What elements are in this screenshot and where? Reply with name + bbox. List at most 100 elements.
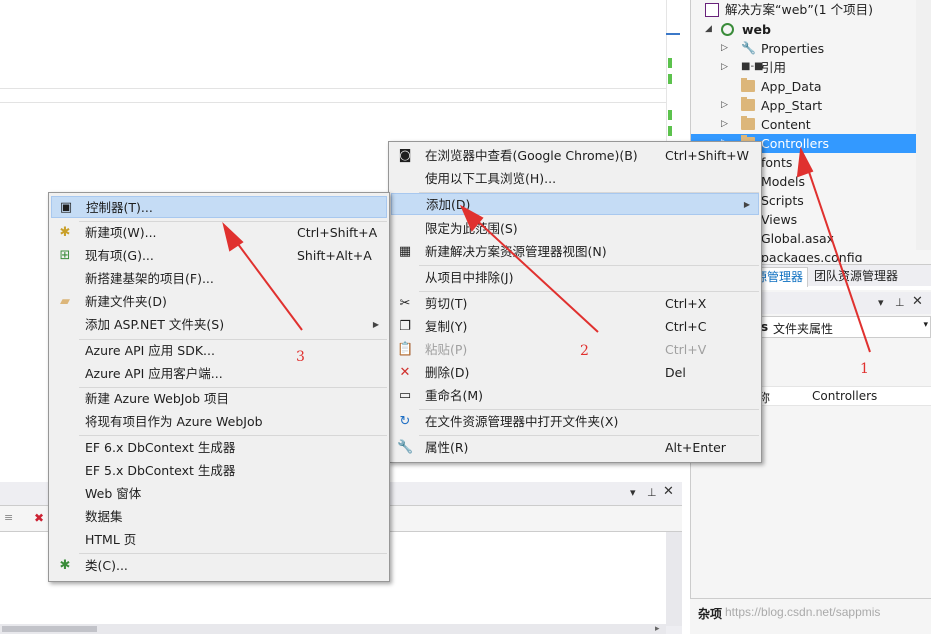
menu-item-label: 新建文件夹(D) bbox=[85, 294, 167, 309]
tree-item-references[interactable]: ▷ ■-■ 引用 bbox=[691, 58, 931, 77]
menu-item-new-item[interactable]: ✱ 新建项(W)... Ctrl+Shift+A bbox=[51, 222, 387, 244]
close-icon[interactable]: ✕ bbox=[663, 484, 674, 499]
menu-item-label: 重命名(M) bbox=[425, 388, 484, 403]
menu-separator bbox=[79, 553, 387, 554]
menu-item-add[interactable]: 添加(D) ▶ bbox=[391, 193, 759, 215]
watermark-text: https://blog.csdn.net/sappmis bbox=[725, 605, 881, 619]
menu-item-delete[interactable]: ✕ 删除(D) Del bbox=[391, 362, 759, 384]
menu-item-add-aspnet-folder[interactable]: 添加 ASP.NET 文件夹(S) ▶ bbox=[51, 314, 387, 336]
menu-item-html-page[interactable]: HTML 页 bbox=[51, 529, 387, 551]
scrollbar-thumb[interactable] bbox=[2, 626, 97, 632]
menu-item-azure-api-sdk[interactable]: Azure API 应用 SDK... bbox=[51, 340, 387, 362]
menu-item-label: 使用以下工具浏览(H)... bbox=[425, 171, 557, 186]
menu-item-new-azure-webjob[interactable]: 新建 Azure WebJob 项目 bbox=[51, 388, 387, 410]
menu-item-existing-as-webjob[interactable]: 将现有项目作为 Azure WebJob bbox=[51, 411, 387, 433]
change-marker bbox=[668, 110, 672, 120]
existing-item-icon: ⊞ bbox=[59, 248, 71, 263]
tab-team-explorer[interactable]: 团队资源管理器 bbox=[810, 267, 902, 287]
pin-icon[interactable]: ⊥ bbox=[895, 296, 905, 309]
new-view-icon: ▦ bbox=[398, 244, 412, 259]
tree-item-label: Content bbox=[761, 117, 811, 132]
folder-icon bbox=[741, 116, 755, 130]
submenu-arrow-icon: ▶ bbox=[372, 320, 379, 329]
menu-item-controller[interactable]: ▣ 控制器(T)... bbox=[51, 196, 387, 218]
menu-item-exclude-from-project[interactable]: 从项目中排除(J) bbox=[391, 267, 759, 289]
solution-node[interactable]: 解决方案“web”(1 个项目) bbox=[691, 0, 931, 19]
menu-item-paste[interactable]: 📋 粘贴(P) Ctrl+V bbox=[391, 339, 759, 361]
menu-item-cut[interactable]: ✂ 剪切(T) Ctrl+X bbox=[391, 293, 759, 315]
change-marker bbox=[668, 74, 672, 84]
menu-item-label: 删除(D) bbox=[425, 365, 470, 380]
dropdown-icon[interactable]: ▾ bbox=[878, 296, 884, 309]
clear-icon[interactable]: ✖ bbox=[34, 511, 48, 525]
editor-divider bbox=[0, 102, 666, 103]
property-value[interactable]: Controllers bbox=[812, 389, 877, 403]
menu-item-new-explorer-view[interactable]: ▦ 新建解决方案资源管理器视图(N) bbox=[391, 241, 759, 263]
menu-item-label: 粘贴(P) bbox=[425, 342, 468, 357]
menu-item-shortcut: Alt+Enter bbox=[665, 440, 726, 455]
add-submenu: ▣ 控制器(T)... ✱ 新建项(W)... Ctrl+Shift+A ⊞ 现… bbox=[48, 192, 390, 582]
menu-item-browse-with[interactable]: 使用以下工具浏览(H)... bbox=[391, 168, 759, 190]
scissors-icon: ✂ bbox=[399, 296, 411, 311]
wrench-icon: 🔧 bbox=[397, 440, 414, 455]
bottom-horizontal-scrollbar[interactable] bbox=[0, 624, 666, 634]
menu-item-web-form[interactable]: Web 窗体 bbox=[51, 483, 387, 505]
menu-separator bbox=[419, 291, 759, 292]
menu-item-properties[interactable]: 🔧 属性(R) Alt+Enter bbox=[391, 437, 759, 459]
refresh-icon: ↻ bbox=[399, 414, 411, 429]
menu-item-existing-item[interactable]: ⊞ 现有项(G)... Shift+Alt+A bbox=[51, 245, 387, 267]
menu-item-ef5-generator[interactable]: EF 5.x DbContext 生成器 bbox=[51, 460, 387, 482]
menu-item-label: 在浏览器中查看(Google Chrome)(B) bbox=[425, 148, 638, 163]
bottom-vertical-scrollbar[interactable] bbox=[666, 532, 682, 626]
editor-divider bbox=[0, 88, 666, 89]
tree-item-app-data[interactable]: App_Data bbox=[691, 77, 931, 96]
menu-separator bbox=[419, 435, 759, 436]
menu-item-shortcut: Ctrl+Shift+A bbox=[297, 225, 378, 240]
folder-icon bbox=[741, 97, 755, 111]
align-icon[interactable]: ≡ bbox=[4, 511, 18, 525]
menu-item-label: 限定为此范围(S) bbox=[425, 221, 518, 236]
collapsed-icon: ▷ bbox=[721, 62, 728, 72]
menu-item-shortcut: Ctrl+V bbox=[665, 342, 707, 357]
combo-text: 文件夹属性 bbox=[773, 322, 834, 336]
dropdown-icon[interactable]: ▾ bbox=[630, 486, 636, 499]
rename-icon: ▭ bbox=[398, 388, 412, 403]
tree-item-content[interactable]: ▷ Content bbox=[691, 115, 931, 134]
project-node[interactable]: ◢ web bbox=[691, 20, 931, 39]
project-label: web bbox=[742, 22, 771, 37]
menu-item-class[interactable]: ✱ 类(C)... bbox=[51, 555, 387, 577]
copy-icon: ❐ bbox=[399, 319, 411, 334]
new-item-icon: ✱ bbox=[59, 225, 71, 240]
scroll-marker bbox=[666, 33, 680, 35]
collapsed-icon: ▷ bbox=[721, 43, 728, 53]
menu-item-new-folder[interactable]: ▰ 新建文件夹(D) bbox=[51, 291, 387, 313]
combo-prefix: s bbox=[761, 320, 769, 334]
class-icon: ✱ bbox=[59, 558, 71, 573]
menu-item-ef6-generator[interactable]: EF 6.x DbContext 生成器 bbox=[51, 437, 387, 459]
menu-item-copy[interactable]: ❐ 复制(Y) Ctrl+C bbox=[391, 316, 759, 338]
scroll-right-icon[interactable]: ▸ bbox=[655, 624, 660, 634]
menu-item-rename[interactable]: ▭ 重命名(M) bbox=[391, 385, 759, 407]
description-title: 杂项 bbox=[698, 607, 723, 621]
chevron-down-icon: ▾ bbox=[923, 320, 928, 330]
menu-item-label: 在文件资源管理器中打开文件夹(X) bbox=[425, 414, 619, 429]
solution-explorer-scrollbar[interactable] bbox=[916, 0, 931, 250]
properties-row[interactable]: 称 Controllers bbox=[748, 386, 931, 406]
menu-item-label: HTML 页 bbox=[85, 532, 137, 547]
menu-item-view-in-browser[interactable]: ◙ 在浏览器中查看(Google Chrome)(B) Ctrl+Shift+W bbox=[391, 145, 759, 167]
properties-object-select[interactable]: s 文件夹属性 ▾ bbox=[748, 316, 931, 338]
tree-item-app-start[interactable]: ▷ App_Start bbox=[691, 96, 931, 115]
browser-icon: ◙ bbox=[398, 148, 412, 163]
pin-icon[interactable]: ⊥ bbox=[647, 486, 657, 499]
menu-item-label: 剪切(T) bbox=[425, 296, 468, 311]
menu-item-scope-to-this[interactable]: 限定为此范围(S) bbox=[391, 218, 759, 240]
menu-item-shortcut: Ctrl+X bbox=[665, 296, 707, 311]
menu-item-open-in-file-explorer[interactable]: ↻ 在文件资源管理器中打开文件夹(X) bbox=[391, 411, 759, 433]
menu-item-shortcut: Ctrl+Shift+W bbox=[665, 148, 749, 163]
menu-item-scaffolded-item[interactable]: 新搭建基架的项目(F)... bbox=[51, 268, 387, 290]
menu-item-dataset[interactable]: 数据集 bbox=[51, 506, 387, 528]
menu-item-azure-api-client[interactable]: Azure API 应用客户端... bbox=[51, 363, 387, 385]
close-icon[interactable]: ✕ bbox=[912, 294, 923, 309]
tree-item-label: App_Start bbox=[761, 98, 823, 113]
tree-item-properties[interactable]: ▷ 🔧 Properties bbox=[691, 39, 931, 58]
